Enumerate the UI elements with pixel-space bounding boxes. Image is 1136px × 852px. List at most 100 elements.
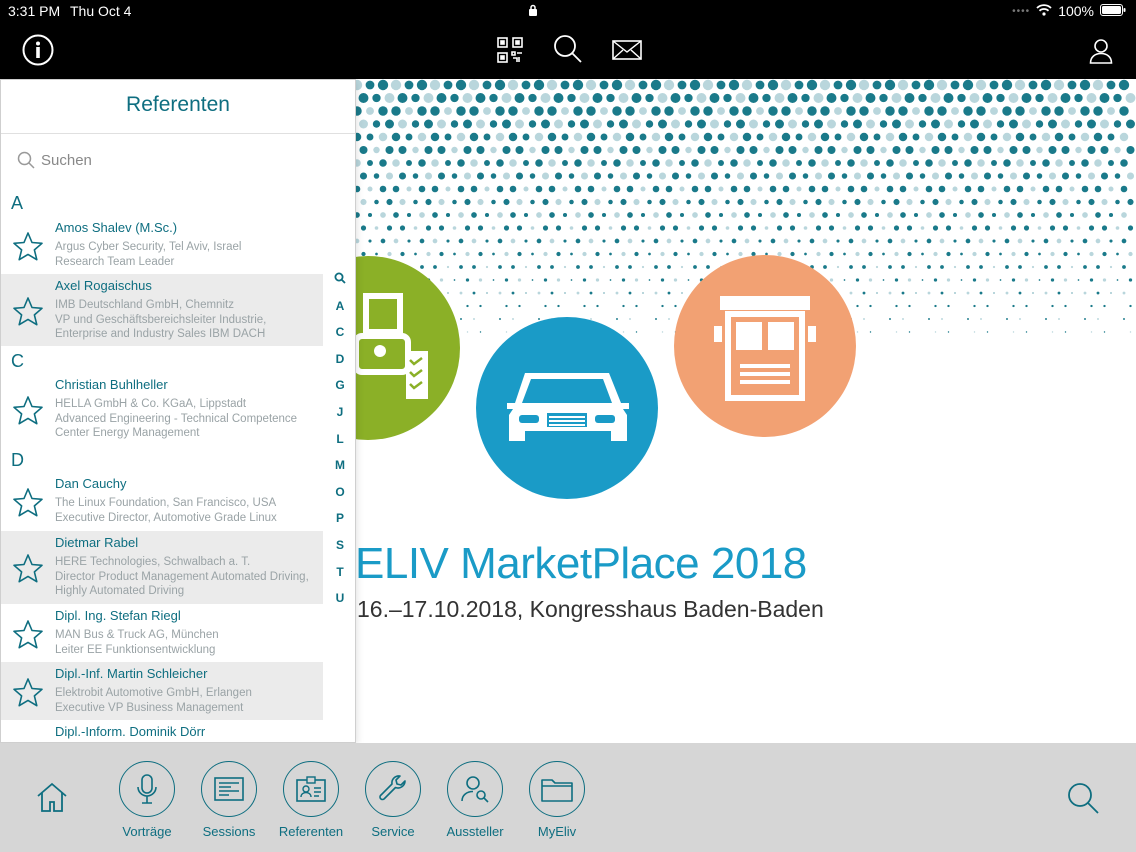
pattern-dot	[417, 132, 427, 142]
speaker-row[interactable]: Dietmar Rabel HERE Technologies, Schwalb…	[1, 531, 323, 604]
pattern-dot	[1064, 304, 1067, 308]
pattern-dot	[653, 212, 659, 218]
pattern-dot	[1031, 265, 1035, 269]
speaker-name: Dan Cauchy	[55, 476, 127, 491]
tab-myeliv[interactable]: MyEliv	[515, 761, 599, 839]
index-letter[interactable]: M	[329, 458, 351, 485]
speaker-row[interactable]: Dipl. Ing. Stefan Riegl MAN Bus & Truck …	[1, 604, 323, 662]
pattern-dot	[1086, 93, 1097, 103]
index-letter[interactable]: O	[329, 485, 351, 512]
tab-vortraege[interactable]: Vorträge	[105, 761, 189, 839]
tab-sessions[interactable]: Sessions	[187, 761, 271, 839]
user-icon[interactable]	[1088, 37, 1114, 65]
pattern-dot	[723, 120, 732, 128]
pattern-dot	[432, 212, 438, 218]
favorite-star-icon[interactable]	[12, 553, 44, 588]
pattern-dot	[1014, 79, 1026, 91]
pattern-dot	[1101, 225, 1108, 231]
index-letter[interactable]: J	[329, 405, 351, 432]
pattern-dot	[882, 252, 885, 256]
pattern-dot	[679, 212, 685, 218]
pattern-dot	[479, 304, 482, 308]
pattern-dot	[593, 119, 602, 129]
speaker-row[interactable]: Christian Buhlheller HELLA GmbH & Co. KG…	[1, 373, 323, 445]
pattern-dot	[780, 79, 792, 91]
pattern-dot	[920, 199, 925, 205]
pattern-dot	[561, 107, 569, 115]
pattern-dot	[963, 106, 973, 116]
index-letter[interactable]: U	[329, 591, 351, 618]
section-index-bar[interactable]: A C D G J L M O P S T U	[329, 272, 351, 618]
favorite-star-icon[interactable]	[12, 395, 44, 430]
pattern-dot	[867, 225, 874, 231]
speaker-row[interactable]: Dipl.-Inf. Martin Schleicher Elektrobit …	[1, 662, 323, 720]
speaker-name: Christian Buhlheller	[55, 377, 168, 392]
index-letter[interactable]: T	[329, 565, 351, 592]
index-letter[interactable]: G	[329, 378, 351, 405]
pattern-dot	[452, 199, 457, 205]
qr-code-icon[interactable]	[496, 36, 524, 64]
favorite-star-icon[interactable]	[12, 487, 44, 522]
pattern-dot	[537, 265, 541, 269]
index-search-icon[interactable]	[329, 272, 351, 299]
pattern-dot	[992, 265, 996, 269]
speaker-row[interactable]: Axel Rogaischus IMB Deutschland GmbH, Ch…	[1, 274, 323, 346]
pattern-dot	[589, 291, 593, 295]
pattern-dot	[945, 198, 952, 206]
index-letter[interactable]: D	[329, 352, 351, 379]
info-icon[interactable]	[21, 33, 55, 67]
pattern-dot	[807, 106, 817, 116]
pattern-dot	[703, 106, 713, 116]
pattern-dot	[416, 79, 428, 91]
pattern-dot	[1079, 79, 1091, 91]
pattern-dot	[522, 107, 530, 115]
pattern-dot	[384, 93, 395, 103]
pattern-dot	[938, 185, 946, 193]
tab-referenten[interactable]: Referenten	[269, 761, 353, 839]
pattern-dot	[450, 93, 459, 103]
pattern-dot	[508, 106, 518, 116]
pattern-dot	[802, 173, 809, 179]
pattern-dot	[782, 185, 790, 193]
pattern-dot	[1113, 93, 1122, 103]
pattern-dot	[730, 159, 738, 167]
favorite-star-icon[interactable]	[12, 231, 44, 266]
search-icon[interactable]	[552, 33, 584, 65]
tab-service[interactable]: Service	[351, 761, 435, 839]
pattern-dot	[411, 120, 420, 128]
pattern-dot	[1093, 106, 1103, 116]
speaker-row[interactable]: Dipl.-Inform. Dominik Dörr	[1, 720, 323, 742]
index-letter[interactable]: A	[329, 299, 351, 326]
pattern-dot	[892, 145, 901, 155]
top-bar: 3:31 PM Thu Oct 4 •••• 100%	[0, 0, 1136, 79]
tab-aussteller[interactable]: Aussteller	[433, 761, 517, 839]
index-letter[interactable]: S	[329, 538, 351, 565]
pattern-dot	[436, 93, 447, 103]
pattern-dot	[612, 132, 622, 142]
search-input[interactable]	[41, 147, 331, 173]
home-icon[interactable]	[33, 779, 71, 815]
favorite-star-icon[interactable]	[12, 619, 44, 654]
pattern-dot	[1125, 93, 1136, 103]
speaker-row[interactable]: Amos Shalev (M.Sc.) Argus Cyber Security…	[1, 216, 323, 274]
mail-icon[interactable]	[611, 38, 643, 62]
speaker-details: HELLA GmbH & Co. KGaA, Lippstadt Advance…	[55, 398, 298, 439]
search-icon[interactable]	[1064, 779, 1102, 817]
pattern-dot	[542, 225, 549, 231]
speaker-row[interactable]: Dan Cauchy The Linux Foundation, San Fra…	[1, 472, 323, 531]
pattern-dot	[457, 159, 465, 167]
pattern-dot	[706, 265, 710, 269]
pattern-dot	[523, 186, 529, 192]
index-letter[interactable]: P	[329, 511, 351, 538]
pattern-dot	[1050, 278, 1055, 282]
pattern-dot	[853, 119, 862, 129]
pattern-dot	[874, 160, 880, 166]
pattern-dot	[1062, 225, 1069, 231]
index-letter[interactable]: L	[329, 432, 351, 459]
pattern-dot	[619, 145, 628, 155]
pattern-dot	[1018, 291, 1022, 295]
pattern-dot	[485, 265, 489, 269]
favorite-star-icon[interactable]	[12, 296, 44, 331]
favorite-star-icon[interactable]	[12, 677, 44, 712]
index-letter[interactable]: C	[329, 325, 351, 352]
